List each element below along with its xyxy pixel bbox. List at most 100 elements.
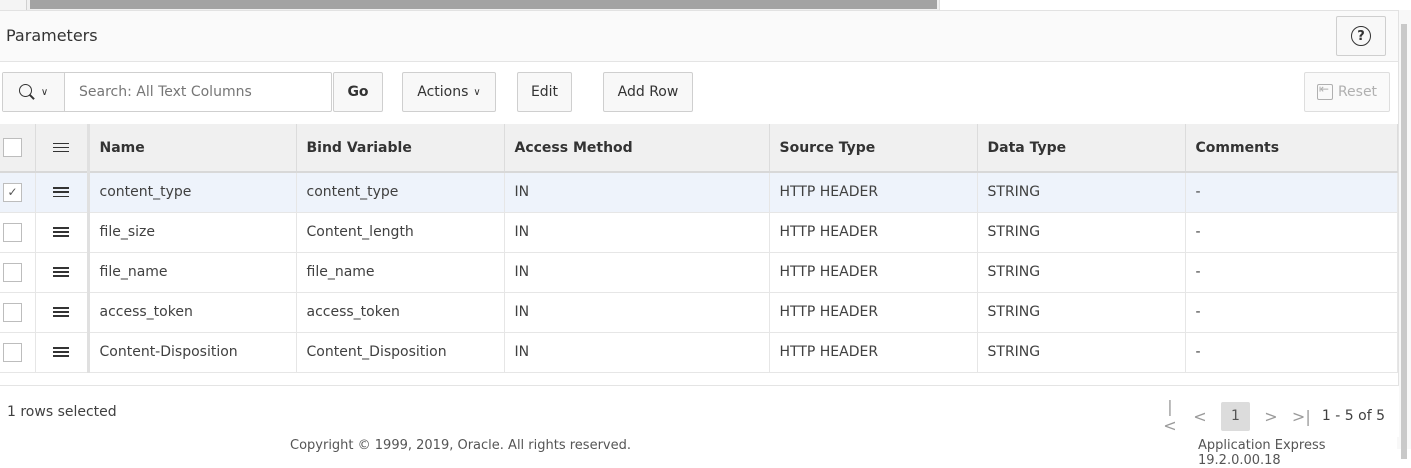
actions-menu-button[interactable]: Actions ∨ xyxy=(402,72,496,112)
grid-header-row: Name Bind Variable Access Method Source … xyxy=(0,124,1398,173)
table-row[interactable]: file_name file_name IN HTTP HEADER STRIN… xyxy=(0,252,1398,293)
version-text: Application Express 19.2.0.00.18 xyxy=(1198,438,1326,468)
row-select-cell[interactable] xyxy=(0,332,36,373)
vertical-scrollbar[interactable] xyxy=(1397,10,1411,459)
table-row[interactable]: Content-Disposition Content_Disposition … xyxy=(0,332,1398,373)
edit-button-label: Edit xyxy=(530,84,559,100)
add-row-button-label: Add Row xyxy=(617,84,679,100)
vertical-scrollbar-thumb[interactable] xyxy=(1401,24,1407,459)
menu-icon xyxy=(53,140,69,155)
cell-access-method[interactable]: IN xyxy=(504,252,770,293)
region-header: Parameters ? xyxy=(0,11,1398,62)
cell-bind-variable[interactable]: access_token xyxy=(296,292,505,333)
menu-icon xyxy=(53,185,69,200)
scrollbar-left-cap xyxy=(0,0,27,10)
cell-bind-variable[interactable]: Content_length xyxy=(296,212,505,253)
cell-bind-variable[interactable]: content_type xyxy=(296,172,505,213)
cell-access-method[interactable]: IN xyxy=(504,292,770,333)
add-row-button[interactable]: Add Row xyxy=(603,72,693,112)
question-circle-icon: ? xyxy=(1351,26,1371,46)
column-header-comments[interactable]: Comments xyxy=(1185,124,1398,173)
reset-button[interactable]: Reset xyxy=(1304,72,1390,112)
cell-access-method[interactable]: IN xyxy=(504,172,770,213)
row-select-cell[interactable] xyxy=(0,212,36,253)
reset-icon xyxy=(1316,82,1333,100)
cell-comments[interactable]: - xyxy=(1185,212,1398,253)
cell-comments[interactable]: - xyxy=(1185,292,1398,333)
cell-data-type[interactable]: STRING xyxy=(977,292,1186,333)
cell-comments[interactable]: - xyxy=(1185,172,1398,213)
cell-comments[interactable]: - xyxy=(1185,252,1398,293)
table-row[interactable]: file_size Content_length IN HTTP HEADER … xyxy=(0,212,1398,253)
cell-bind-variable[interactable]: Content_Disposition xyxy=(296,332,505,373)
row-checkbox[interactable] xyxy=(3,222,22,242)
help-button[interactable]: ? xyxy=(1336,16,1386,56)
cell-data-type[interactable]: STRING xyxy=(977,172,1186,213)
row-actions-header[interactable] xyxy=(35,124,90,173)
search-input[interactable] xyxy=(66,73,332,111)
row-actions-cell[interactable] xyxy=(35,252,90,293)
cell-name[interactable]: Content-Disposition xyxy=(88,332,297,373)
grid-footer: 1 rows selected |< < 1 > >| 1 - 5 of 5 xyxy=(0,385,1399,437)
row-actions-cell[interactable] xyxy=(35,292,90,333)
menu-icon xyxy=(53,265,69,280)
column-header-bind-variable[interactable]: Bind Variable xyxy=(296,124,505,173)
search-icon xyxy=(18,84,35,100)
page-footer: Copyright © 1999, 2019, Oracle. All righ… xyxy=(0,436,1411,468)
select-all-checkbox[interactable] xyxy=(3,138,22,157)
cell-data-type[interactable]: STRING xyxy=(977,252,1186,293)
cell-comments[interactable]: - xyxy=(1185,332,1398,373)
row-actions-cell[interactable] xyxy=(35,212,90,253)
cell-name[interactable]: access_token xyxy=(88,292,297,333)
cell-name[interactable]: file_size xyxy=(88,212,297,253)
cell-source-type[interactable]: HTTP HEADER xyxy=(769,212,978,253)
last-page-icon[interactable]: >| xyxy=(1292,407,1311,426)
row-select-cell[interactable]: ✓ xyxy=(0,172,36,213)
page-range: 1 - 5 of 5 xyxy=(1321,408,1385,424)
current-page-button[interactable]: 1 xyxy=(1220,401,1250,431)
go-button[interactable]: Go xyxy=(333,72,383,112)
horizontal-scrollbar[interactable] xyxy=(0,0,940,10)
cell-name[interactable]: content_type xyxy=(88,172,297,213)
cell-data-type[interactable]: STRING xyxy=(977,332,1186,373)
row-checkbox[interactable] xyxy=(3,262,22,282)
row-actions-cell[interactable] xyxy=(35,332,90,373)
select-all-header[interactable] xyxy=(0,124,36,173)
cell-source-type[interactable]: HTTP HEADER xyxy=(769,292,978,333)
search-column-menu-button[interactable]: ∨ xyxy=(3,73,65,111)
cell-bind-variable[interactable]: file_name xyxy=(296,252,505,293)
row-checkbox[interactable] xyxy=(3,302,22,322)
column-header-data-type[interactable]: Data Type xyxy=(977,124,1186,173)
copyright-text: Copyright © 1999, 2019, Oracle. All righ… xyxy=(290,438,631,453)
column-header-name[interactable]: Name xyxy=(88,124,297,173)
region-title: Parameters xyxy=(6,26,98,45)
scrollbar-thumb[interactable] xyxy=(30,0,937,9)
edit-button[interactable]: Edit xyxy=(517,72,572,112)
pagination: |< < 1 > >| 1 - 5 of 5 xyxy=(1161,397,1385,435)
column-header-source-type[interactable]: Source Type xyxy=(769,124,978,173)
search-field-group: ∨ xyxy=(2,72,332,112)
cell-access-method[interactable]: IN xyxy=(504,332,770,373)
cell-source-type[interactable]: HTTP HEADER xyxy=(769,252,978,293)
first-page-icon[interactable]: |< xyxy=(1161,397,1179,435)
row-checkbox-checked[interactable]: ✓ xyxy=(3,182,22,202)
row-select-cell[interactable] xyxy=(0,292,36,333)
previous-page-icon[interactable]: < xyxy=(1191,407,1209,426)
cell-source-type[interactable]: HTTP HEADER xyxy=(769,172,978,213)
menu-icon xyxy=(53,345,69,360)
row-actions-cell[interactable] xyxy=(35,172,90,213)
grid-table: Name Bind Variable Access Method Source … xyxy=(0,124,1398,373)
cell-data-type[interactable]: STRING xyxy=(977,212,1186,253)
cell-access-method[interactable]: IN xyxy=(504,212,770,253)
reset-button-label: Reset xyxy=(1337,84,1378,100)
table-row[interactable]: access_token access_token IN HTTP HEADER… xyxy=(0,292,1398,333)
cell-source-type[interactable]: HTTP HEADER xyxy=(769,332,978,373)
parameters-region: Parameters ? ∨ Go Actions ∨ Edit Add Row xyxy=(0,10,1399,437)
chevron-down-icon: ∨ xyxy=(40,86,49,98)
column-header-access-method[interactable]: Access Method xyxy=(504,124,770,173)
row-select-cell[interactable] xyxy=(0,252,36,293)
cell-name[interactable]: file_name xyxy=(88,252,297,293)
row-checkbox[interactable] xyxy=(3,342,22,362)
next-page-icon[interactable]: > xyxy=(1262,407,1280,426)
table-row[interactable]: ✓ content_type content_type IN HTTP HEAD… xyxy=(0,172,1398,213)
